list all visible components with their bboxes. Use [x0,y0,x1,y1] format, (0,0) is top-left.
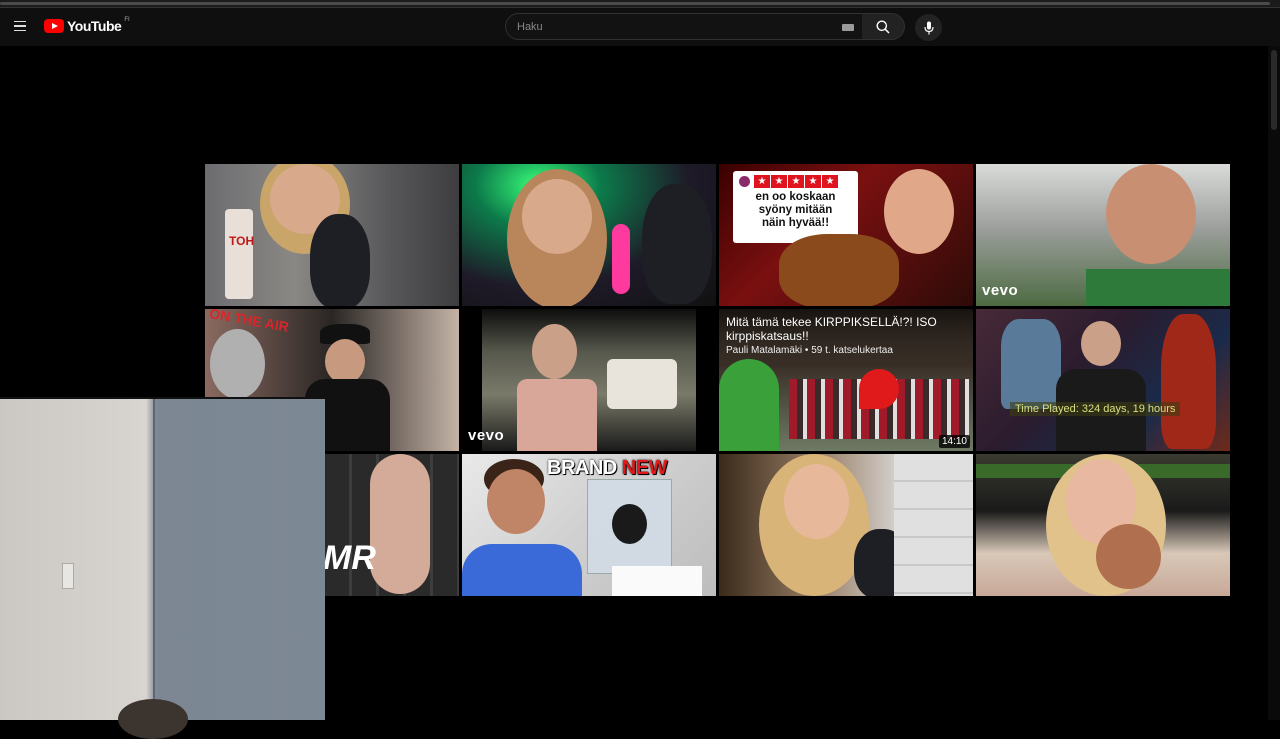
video-thumbnail[interactable]: Time Played: 324 days, 19 hours [976,309,1230,451]
can-label: TOH [229,234,255,248]
voice-search-button[interactable] [915,14,942,41]
light-switch [62,563,74,589]
game-overlay-text: Time Played: 324 days, 19 hours [1010,402,1181,416]
video-meta: Pauli Matalamäki • 59 t. katselukertaa [726,345,893,356]
star-rating: ★ ★ ★ ★ ★ [739,175,852,188]
menu-icon[interactable] [8,14,32,38]
webcam-overlay [0,397,325,739]
video-thumbnail[interactable]: ★ ★ ★ ★ ★ en oo koskaan syöny mitään näin hy… [719,164,973,306]
video-title: Mitä tämä tekee KIRPPIKSELLÄ!?! ISO kirp… [726,315,937,343]
video-thumbnail[interactable] [462,164,716,306]
search-button[interactable] [862,13,905,40]
masthead: YouTube FI [0,8,1280,46]
keyboard-icon[interactable] [842,24,854,31]
video-thumbnail[interactable]: Mitä tämä tekee KIRPPIKSELLÄ!?! ISO kirp… [719,309,973,451]
video-thumbnail[interactable]: vevo [976,164,1230,306]
video-thumbnail[interactable]: BRAND NEW [462,454,716,596]
rating-text-3: näin hyvää!! [761,217,830,229]
vevo-badge: vevo [468,427,505,444]
rating-text-2: syöny mitään [758,204,833,216]
asmr-text: MR [323,539,376,577]
search-input[interactable] [506,14,862,39]
video-thumbnail[interactable]: vevo [462,309,716,451]
brand-new-text: BRAND NEW [547,457,667,479]
video-duration: 14:10 [938,435,970,448]
video-thumbnail[interactable] [719,454,973,596]
youtube-logo[interactable]: YouTube FI [44,17,130,34]
browser-tab-strip [0,0,1280,8]
video-thumbnail[interactable]: TOH [205,164,459,306]
rating-card: ★ ★ ★ ★ ★ en oo koskaan syöny mitään näin hy… [733,171,858,243]
page-scrollbar[interactable] [1268,46,1280,720]
youtube-play-icon [44,19,64,33]
video-thumbnail[interactable] [976,454,1230,596]
on-air-sign: ON THE AIR [208,309,291,335]
search-box [505,13,863,40]
avatar [739,176,750,187]
search-icon [876,20,890,34]
country-code: FI [124,17,130,23]
person-head [118,699,188,739]
apple-logo-icon [612,504,647,544]
vevo-badge: vevo [982,282,1019,299]
microphone-icon [923,21,934,34]
logo-text: YouTube [67,18,122,34]
rating-text-1: en oo koskaan [755,191,836,203]
video-grid: TOH ★ ★ ★ ★ ★ en oo koskaan syöny mitään näi… [205,164,1230,596]
